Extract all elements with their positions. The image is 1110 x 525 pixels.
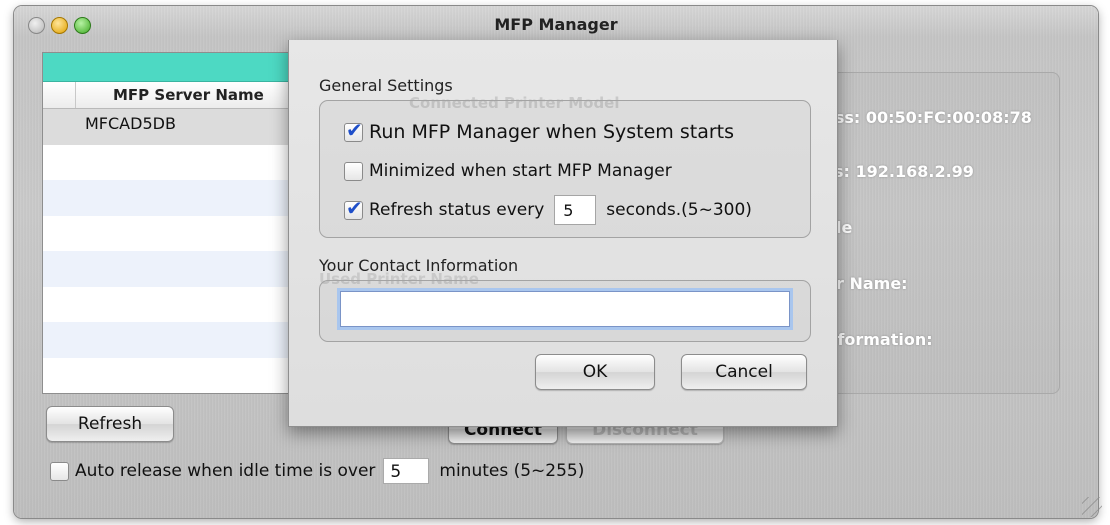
contact-info-label: Your Contact Information [319,256,519,275]
window-title: MFP Manager [494,15,618,34]
idle-minutes-input[interactable]: 5 [383,458,430,484]
list-item[interactable] [43,145,329,181]
settings-dialog: Connected Printer Model Used Printer Nam… [288,40,838,427]
model-text: le [836,218,853,237]
contact-info-input[interactable] [340,291,790,327]
list-item[interactable] [43,322,329,358]
minimized-option: Minimized when start MFP Manager [344,161,672,181]
list-item[interactable]: MFCAD5DB [43,109,329,145]
auto-release-row: Auto release when idle time is over 5 minu… [50,458,584,484]
refresh-range-label: seconds.(5~300) [606,200,752,220]
list-item[interactable] [43,287,329,323]
list-item[interactable] [43,358,329,394]
minimized-label: Minimized when start MFP Manager [369,161,672,181]
title-bar[interactable]: MFP Manager [14,6,1098,42]
contact-information-text: nformation: [826,330,933,349]
run-on-start-label: Run MFP Manager when System starts [369,121,735,143]
auto-release-label: Auto release when idle time is over [75,461,376,481]
auto-release-checkbox[interactable] [50,461,69,481]
list-item[interactable] [43,216,329,252]
list-item[interactable] [43,251,329,287]
resize-handle[interactable] [1082,497,1102,517]
general-settings-group: Run MFP Manager when System starts Minim… [319,100,811,238]
idle-minutes-range: minutes (5~255) [439,461,585,481]
refresh-status-checkbox[interactable] [344,196,363,220]
column-header[interactable]: MFP Server Name [43,82,329,109]
run-on-start-checkbox[interactable] [344,118,363,142]
list-highlight-bar [43,53,329,82]
cancel-button[interactable]: Cancel [681,354,807,390]
ok-button[interactable]: OK [535,354,655,390]
run-on-start-option: Run MFP Manager when System starts [344,118,735,143]
refresh-seconds-input[interactable]: 5 [554,195,597,225]
minimized-checkbox[interactable] [344,161,363,181]
column-separator [75,82,76,108]
list-item[interactable] [43,180,329,216]
user-name-text: r Name: [836,274,908,293]
general-settings-label: General Settings [319,76,453,95]
contact-info-group [319,280,811,342]
ip-address-text: s: 192.168.2.99 [834,162,974,181]
mac-address-text: ess: 00:50:FC:00:08:78 [824,108,1032,127]
server-list[interactable]: MFP Server Name MFCAD5DB [42,52,330,394]
column-header-label: MFP Server Name [113,86,264,104]
refresh-status-label: Refresh status every [369,200,545,220]
refresh-status-option: Refresh status every 5 seconds.(5~300) [344,195,752,225]
refresh-button[interactable]: Refresh [46,406,174,442]
